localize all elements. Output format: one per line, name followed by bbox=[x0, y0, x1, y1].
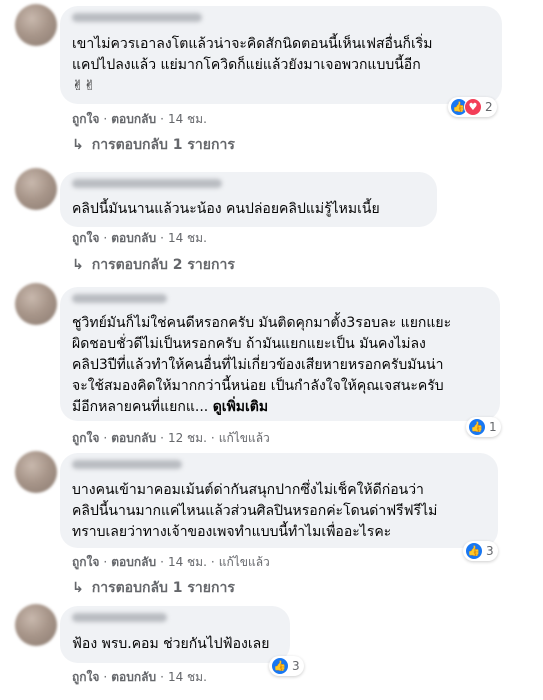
avatar[interactable] bbox=[15, 451, 57, 493]
author-name[interactable] bbox=[72, 294, 167, 303]
reaction-summary[interactable]: 👍 ♥ 2 bbox=[448, 97, 497, 117]
comment-actions: ถูกใจ · ตอบกลับ · 14 ชม. bbox=[72, 231, 207, 245]
reaction-count: 2 bbox=[485, 100, 493, 114]
author-name[interactable] bbox=[72, 460, 182, 469]
view-replies-link[interactable]: ↳ การตอบกลับ 2 รายการ bbox=[72, 254, 235, 276]
view-replies-link[interactable]: ↳ การตอบกลับ 1 รายการ bbox=[72, 134, 235, 156]
comment-bubble: คลิปนี้มันนานแล้วนะน้อง คนปล่อยคลิปแม่รู… bbox=[60, 172, 437, 227]
reaction-count: 1 bbox=[489, 420, 497, 434]
like-button[interactable]: ถูกใจ bbox=[72, 231, 99, 245]
edited-label[interactable]: แก้ไขแล้ว bbox=[219, 431, 270, 445]
timestamp[interactable]: 14 ชม. bbox=[168, 555, 207, 569]
reaction-summary[interactable]: 👍 3 bbox=[269, 656, 304, 676]
reaction-summary[interactable]: 👍 1 bbox=[466, 417, 501, 437]
edited-label[interactable]: แก้ไขแล้ว bbox=[219, 555, 270, 569]
like-button[interactable]: ถูกใจ bbox=[72, 112, 99, 126]
like-button[interactable]: ถูกใจ bbox=[72, 431, 99, 445]
timestamp[interactable]: 14 ชม. bbox=[168, 112, 207, 126]
timestamp[interactable]: 12 ชม. bbox=[168, 431, 207, 445]
like-button[interactable]: ถูกใจ bbox=[72, 670, 99, 684]
reply-arrow-icon: ↳ bbox=[72, 580, 84, 596]
comment-text: บางคนเข้ามาคอมเม้นต์ด่ากันสนุกปากซึ่งไม่… bbox=[72, 482, 438, 540]
reply-arrow-icon: ↳ bbox=[72, 257, 84, 273]
comment-actions: ถูกใจ · ตอบกลับ · 14 ชม. bbox=[72, 670, 207, 684]
avatar[interactable] bbox=[15, 4, 57, 46]
avatar[interactable] bbox=[15, 283, 57, 325]
comment-2: คลิปนี้มันนานแล้วนะน้อง คนปล่อยคลิปแม่รู… bbox=[0, 168, 543, 278]
comment-text: ฟ้อง พรบ.คอม ช่วยกันไปฟ้องเลย bbox=[72, 636, 270, 652]
comment-text: เขาไม่ควรเอาลงโตแล้วน่าจะคิดสักนิดตอนนี้… bbox=[72, 36, 433, 94]
reaction-count: 3 bbox=[292, 659, 300, 673]
replies-label: การตอบกลับ 1 รายการ bbox=[91, 137, 235, 153]
timestamp[interactable]: 14 ชม. bbox=[168, 231, 207, 245]
comment-actions: ถูกใจ · ตอบกลับ · 12 ชม. · แก้ไขแล้ว bbox=[72, 431, 270, 445]
avatar[interactable] bbox=[15, 604, 57, 646]
comment-actions: ถูกใจ · ตอบกลับ · 14 ชม. bbox=[72, 112, 207, 126]
reply-arrow-icon: ↳ bbox=[72, 137, 84, 153]
reply-button[interactable]: ตอบกลับ bbox=[111, 555, 156, 569]
like-reaction-icon: 👍 bbox=[465, 542, 483, 560]
like-reaction-icon: 👍 bbox=[271, 657, 289, 675]
author-name[interactable] bbox=[72, 179, 222, 188]
comment-3: ชูวิทย์มันก็ไม่ใช่คนดีหรอกครับ มันติดคุก… bbox=[0, 283, 543, 448]
comment-bubble: ฟ้อง พรบ.คอม ช่วยกันไปฟ้องเลย bbox=[60, 606, 290, 663]
comment-5: ฟ้อง พรบ.คอม ช่วยกันไปฟ้องเลย 👍 3 ถูกใจ ·… bbox=[0, 604, 543, 700]
reply-button[interactable]: ตอบกลับ bbox=[111, 112, 156, 126]
timestamp[interactable]: 14 ชม. bbox=[168, 670, 207, 684]
like-reaction-icon: 👍 bbox=[468, 418, 486, 436]
comment-text: คลิปนี้มันนานแล้วนะน้อง คนปล่อยคลิปแม่รู… bbox=[72, 201, 380, 217]
author-name[interactable] bbox=[72, 13, 202, 22]
avatar[interactable] bbox=[15, 168, 57, 210]
reaction-summary[interactable]: 👍 3 bbox=[463, 541, 498, 561]
reply-button[interactable]: ตอบกลับ bbox=[111, 231, 156, 245]
see-more-link[interactable]: ดูเพิ่มเติม bbox=[213, 399, 268, 415]
replies-label: การตอบกลับ 2 รายการ bbox=[91, 257, 235, 273]
comment-bubble: บางคนเข้ามาคอมเม้นต์ด่ากันสนุกปากซึ่งไม่… bbox=[60, 453, 498, 548]
comment-text: ชูวิทย์มันก็ไม่ใช่คนดีหรอกครับ มันติดคุก… bbox=[72, 313, 488, 418]
comment-actions: ถูกใจ · ตอบกลับ · 14 ชม. · แก้ไขแล้ว bbox=[72, 555, 270, 569]
comment-1: เขาไม่ควรเอาลงโตแล้วน่าจะคิดสักนิดตอนนี้… bbox=[0, 0, 543, 160]
replies-label: การตอบกลับ 1 รายการ bbox=[91, 580, 235, 596]
author-name[interactable] bbox=[72, 613, 167, 622]
love-reaction-icon: ♥ bbox=[464, 98, 482, 116]
reply-button[interactable]: ตอบกลับ bbox=[111, 670, 156, 684]
like-button[interactable]: ถูกใจ bbox=[72, 555, 99, 569]
view-replies-link[interactable]: ↳ การตอบกลับ 1 รายการ bbox=[72, 577, 235, 599]
comment-4: บางคนเข้ามาคอมเม้นต์ด่ากันสนุกปากซึ่งไม่… bbox=[0, 451, 543, 599]
reply-button[interactable]: ตอบกลับ bbox=[111, 431, 156, 445]
comment-bubble: เขาไม่ควรเอาลงโตแล้วน่าจะคิดสักนิดตอนนี้… bbox=[60, 6, 502, 104]
comment-bubble: ชูวิทย์มันก็ไม่ใช่คนดีหรอกครับ มันติดคุก… bbox=[60, 287, 500, 421]
reaction-count: 3 bbox=[486, 544, 494, 558]
